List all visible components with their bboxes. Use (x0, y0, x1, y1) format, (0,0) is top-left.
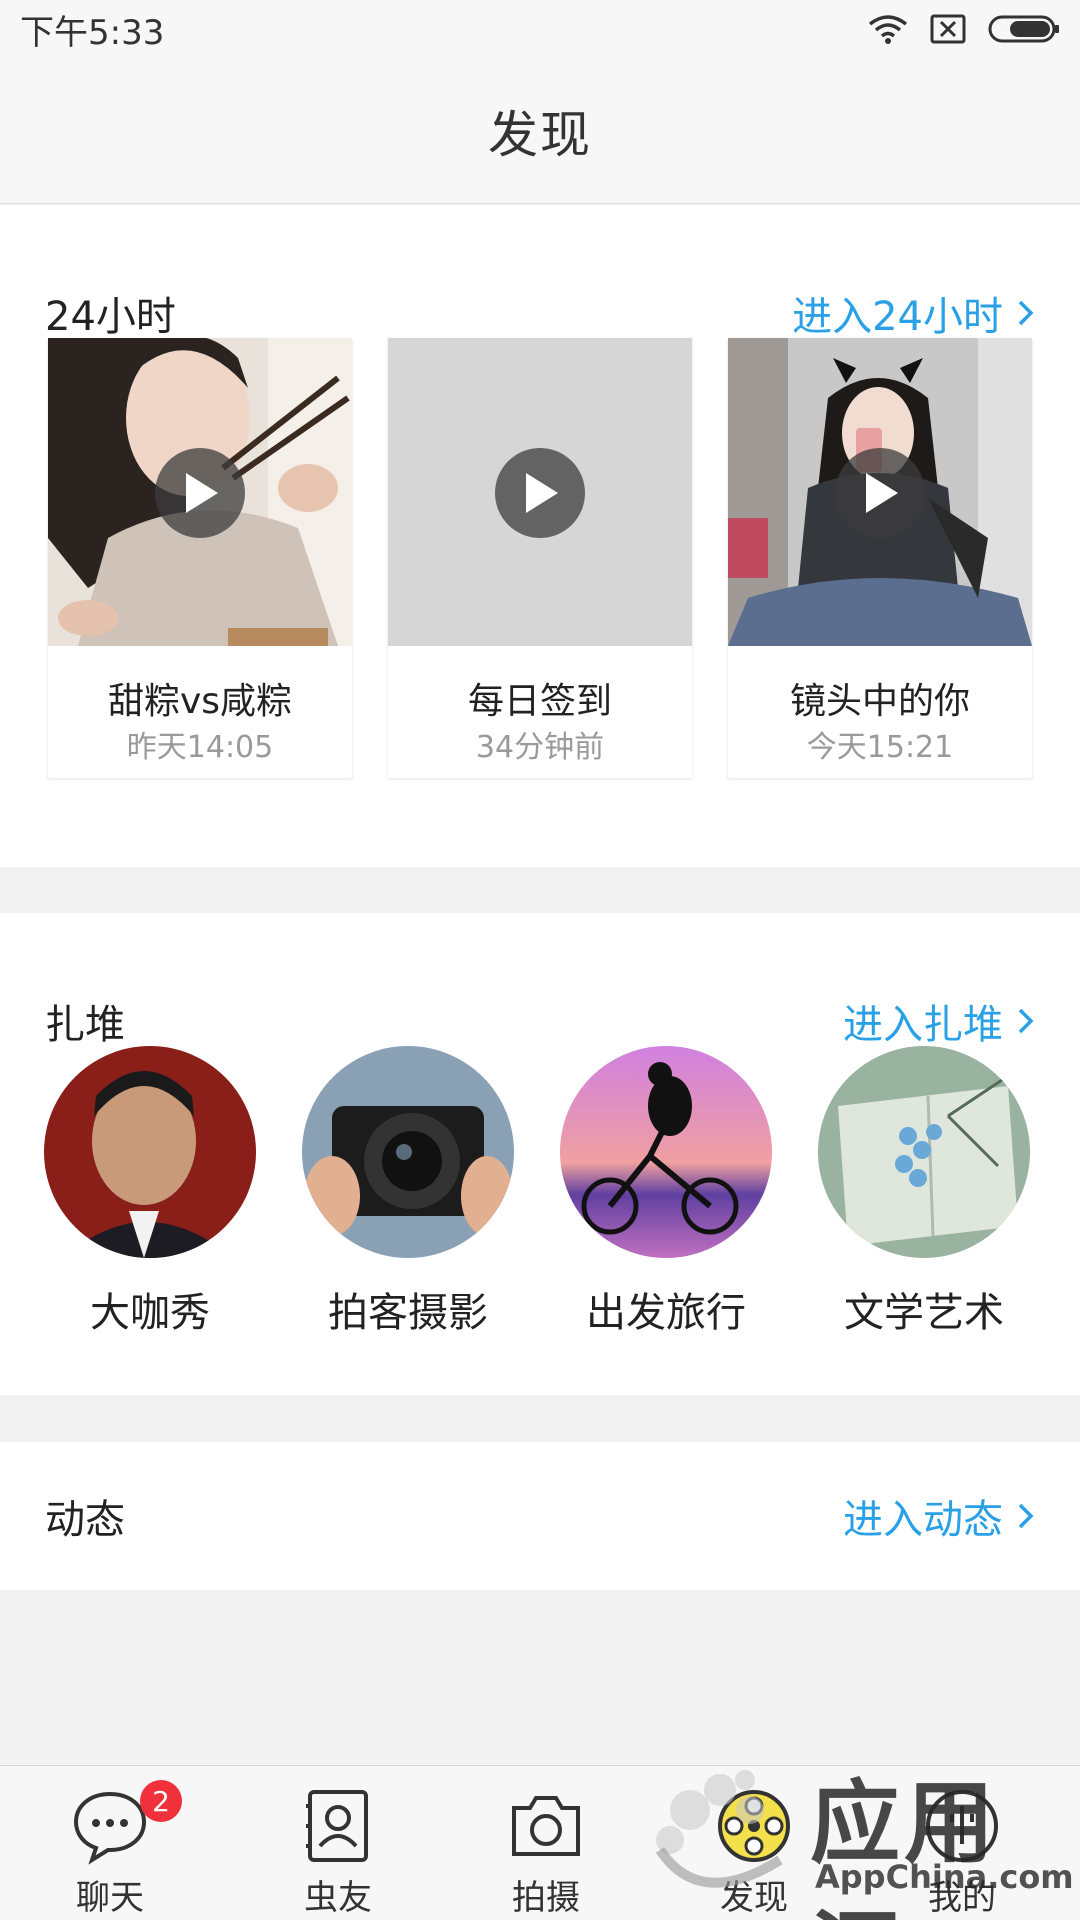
bottom-tab-bar: 2 聊天 虫友 拍摄 发现 我的 (0, 1765, 1080, 1920)
section-24h-title: 24小时 (45, 294, 176, 340)
wifi-icon (868, 14, 908, 44)
card-time: 昨天14:05 (126, 730, 274, 765)
video-card[interactable]: 甜粽vs咸粽 昨天14:05 (48, 338, 352, 778)
group-avatar (560, 1046, 772, 1258)
enter-groups-link[interactable]: 进入扎堆 (843, 992, 1035, 1050)
group-avatar (818, 1046, 1030, 1258)
tab-label: 虫友 (304, 1878, 372, 1918)
group-item[interactable]: 大咖秀 (44, 1046, 256, 1336)
group-label: 文学艺术 (844, 1290, 1004, 1336)
battery-icon (988, 14, 1060, 44)
enter-24h-label: 进入24小时 (792, 294, 1003, 340)
contacts-icon (298, 1786, 378, 1866)
video-thumbnail (48, 338, 352, 646)
play-icon (495, 448, 585, 538)
tab-camera[interactable]: 拍摄 (466, 1766, 626, 1920)
status-icons (868, 14, 1060, 44)
video-thumbnail (728, 338, 1032, 646)
group-item[interactable]: 出发旅行 (560, 1046, 772, 1336)
video-thumbnail (388, 338, 692, 646)
chat-bubble-icon (70, 1786, 150, 1866)
chevron-right-icon (1017, 298, 1035, 328)
play-icon (835, 448, 925, 538)
tab-me[interactable]: 我的 (882, 1766, 1042, 1920)
enter-feed-label: 进入动态 (843, 1497, 1003, 1543)
chevron-right-icon (1017, 1501, 1035, 1531)
group-label: 拍客摄影 (328, 1290, 488, 1336)
card-title: 甜粽vs咸粽 (107, 681, 293, 722)
tab-label: 拍摄 (512, 1878, 580, 1918)
group-label: 出发旅行 (586, 1290, 746, 1336)
status-bar: 下午5:33 (0, 0, 1080, 58)
tab-chat[interactable]: 2 聊天 (30, 1766, 190, 1920)
enter-feed-link[interactable]: 进入动态 (843, 1487, 1035, 1545)
tab-friends[interactable]: 虫友 (258, 1766, 418, 1920)
group-label: 大咖秀 (90, 1290, 210, 1336)
profile-icon (922, 1786, 1002, 1866)
camera-icon (506, 1786, 586, 1866)
tab-label: 聊天 (76, 1878, 144, 1918)
card-title: 镜头中的你 (789, 681, 970, 722)
group-avatar (44, 1046, 256, 1258)
card-time: 34分钟前 (475, 730, 605, 765)
enter-24h-link[interactable]: 进入24小时 (792, 284, 1035, 342)
unread-badge: 2 (140, 1780, 182, 1822)
sim-x-icon (930, 14, 966, 44)
enter-groups-label: 进入扎堆 (843, 1002, 1003, 1048)
play-icon (155, 448, 245, 538)
discover-page: 下午5:33 发现 24小时 进入24小时 甜粽vs咸粽 昨天14:05 每日签… (0, 0, 1080, 1920)
status-time: 下午5:33 (20, 12, 165, 53)
film-reel-icon (714, 1786, 794, 1866)
group-item[interactable]: 拍客摄影 (302, 1046, 514, 1336)
video-card[interactable]: 每日签到 34分钟前 (388, 338, 692, 778)
section-groups-title: 扎堆 (45, 1002, 125, 1048)
page-title: 发现 (488, 105, 592, 164)
video-card[interactable]: 镜头中的你 今天15:21 (728, 338, 1032, 778)
tab-label: 发现 (720, 1878, 788, 1918)
chevron-right-icon (1017, 1006, 1035, 1036)
section-feed[interactable]: 动态 进入动态 (0, 1442, 1080, 1590)
tab-label: 我的 (928, 1878, 996, 1918)
card-title: 每日签到 (467, 681, 612, 722)
group-item[interactable]: 文学艺术 (818, 1046, 1030, 1336)
group-avatar (302, 1046, 514, 1258)
title-bar: 发现 (0, 58, 1080, 204)
section-feed-title: 动态 (45, 1497, 125, 1543)
tab-discover[interactable]: 发现 (674, 1766, 834, 1920)
card-time: 今天15:21 (806, 730, 954, 765)
